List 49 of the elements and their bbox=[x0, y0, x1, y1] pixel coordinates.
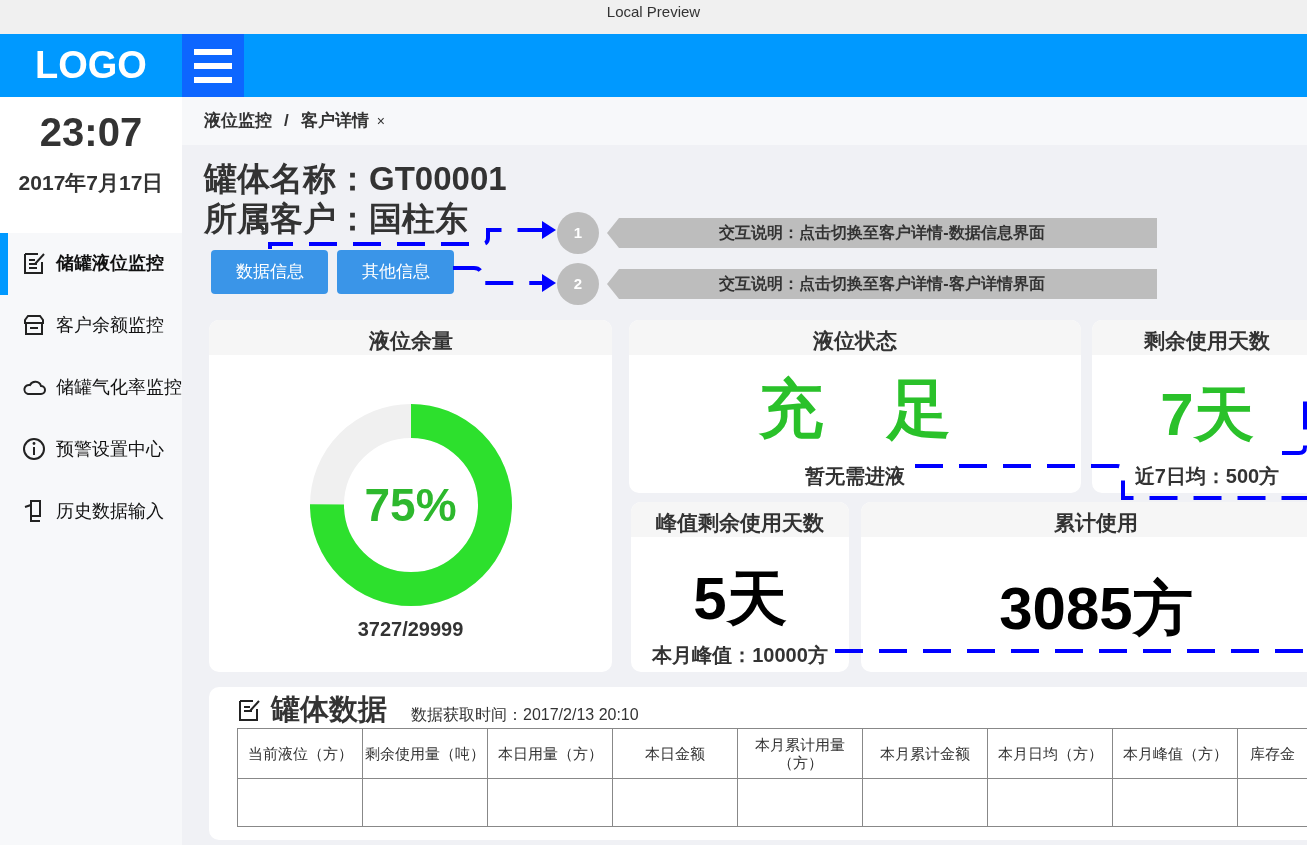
level-reading: 3727/29999 bbox=[356, 617, 465, 642]
column-header: 库存金 bbox=[1237, 728, 1307, 779]
column-header: 本月累计用量（方） bbox=[737, 728, 863, 779]
breadcrumb-item[interactable]: 液位监控 bbox=[204, 108, 272, 134]
card-title: 液位状态 bbox=[629, 320, 1081, 355]
window-title: Local Preview bbox=[0, 0, 1307, 34]
sidebar-item[interactable]: 客户余额监控 bbox=[0, 294, 182, 357]
column-header: 本日金额 bbox=[612, 728, 738, 779]
sidebar-item[interactable]: 储罐气化率监控 bbox=[0, 356, 182, 419]
edit-icon bbox=[237, 698, 263, 724]
sidebar-item[interactable]: 历史数据输入 bbox=[0, 480, 182, 543]
column-header: 本月累计金额 bbox=[862, 728, 988, 779]
breadcrumb-separator: / bbox=[284, 110, 289, 133]
big-value: 7天 bbox=[1160, 385, 1254, 445]
info-icon bbox=[22, 436, 48, 463]
big-value: 3085方 bbox=[999, 579, 1193, 639]
card-title: 液位余量 bbox=[209, 320, 612, 355]
close-icon[interactable]: × bbox=[376, 110, 385, 132]
column-header: 当前液位（方） bbox=[237, 728, 363, 779]
column-header: 剩余使用量（吨） bbox=[362, 728, 488, 779]
date-text: 2017年7月17日 bbox=[17, 170, 165, 196]
card-title: 累计使用 bbox=[861, 502, 1307, 537]
page-heading: 罐体名称：GT00001 bbox=[204, 159, 507, 199]
column-header: 本月峰值（方） bbox=[1112, 728, 1238, 779]
breadcrumb-item[interactable]: 客户详情 bbox=[300, 108, 369, 134]
annotation-callout: 交互说明：点击切换至客户详情-客户详情界面 bbox=[607, 269, 1157, 299]
annotation-number: 2 bbox=[557, 263, 599, 305]
section-title: 罐体数据 bbox=[271, 695, 387, 724]
fetch-time: 数据获取时间：2017/2/13 20:10 bbox=[411, 704, 639, 724]
note-text: 本月峰值：10000方 bbox=[651, 643, 829, 668]
card-title: 峰值剩余使用天数 bbox=[631, 502, 849, 537]
note-text: 近7日均：500方 bbox=[1133, 464, 1281, 489]
clock-time: 23:07 bbox=[38, 109, 144, 156]
edit-icon bbox=[22, 250, 48, 277]
big-value: 5天 bbox=[693, 569, 787, 629]
note-text: 暂无需进液 bbox=[804, 464, 906, 489]
column-header: 本月日均（方） bbox=[987, 728, 1113, 779]
menu-button[interactable] bbox=[182, 34, 244, 97]
column-header: 本日用量（方） bbox=[487, 728, 613, 779]
card-title: 剩余使用天数 bbox=[1092, 320, 1307, 355]
menu-icon bbox=[194, 48, 232, 83]
sidebar-item[interactable]: 储罐液位监控 bbox=[0, 232, 182, 295]
big-value: 充 足 bbox=[759, 377, 951, 441]
page-heading: 所属客户：国柱东 bbox=[204, 199, 468, 239]
annotation-callout: 交互说明：点击切换至客户详情-数据信息界面 bbox=[607, 218, 1157, 248]
annotation-number: 1 bbox=[557, 212, 599, 254]
sidebar-item[interactable]: 预警设置中心 bbox=[0, 418, 182, 481]
logo: LOGO bbox=[34, 43, 148, 88]
percent-value: 75% bbox=[364, 477, 457, 533]
